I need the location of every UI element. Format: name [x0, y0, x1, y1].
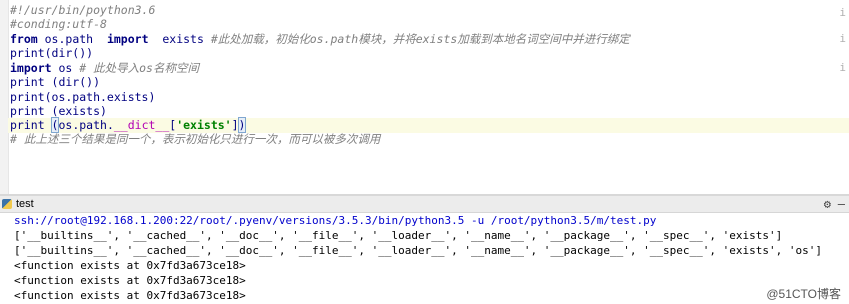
run-tab[interactable]: test: [0, 196, 34, 212]
console-output-line: ['__builtins__', '__cached__', '__doc__'…: [14, 229, 783, 242]
from-keyword: from: [10, 32, 38, 46]
module-name: os.path: [37, 32, 107, 46]
shebang-comment: #!/usr/bin/poython3.6: [10, 3, 156, 17]
watermark-text: @51CTO博客: [766, 287, 841, 301]
code-text: print: [10, 118, 52, 132]
string-literal: 'exists': [176, 118, 232, 132]
code-editor[interactable]: #!/usr/bin/poython3.6 #conding:utf-8 fro…: [0, 0, 849, 194]
code-line-1: #!/usr/bin/poython3.6: [10, 3, 155, 18]
right-margin-marker: i: [839, 6, 846, 19]
code-line-8: print (exists): [10, 104, 107, 119]
editor-gutter: [0, 0, 9, 194]
run-console[interactable]: ssh://root@192.168.1.200:22/root/.pyenv/…: [0, 213, 849, 304]
console-command-line: ssh://root@192.168.1.200:22/root/.pyenv/…: [14, 214, 657, 227]
module-name: os: [51, 61, 80, 75]
code-line-7: print(os.path.exists): [10, 90, 155, 105]
line-comment: #此处加载，初始化os.path模块，并将exists加载到本地名词空间中并进行…: [210, 32, 630, 46]
import-keyword: import: [10, 61, 52, 75]
run-tab-label: test: [16, 198, 34, 210]
code-line-10: # 此上述三个结果是同一个，表示初始化只进行一次，而可以被多次调用: [10, 132, 380, 147]
imported-name: exists: [148, 32, 211, 46]
code-line-4: print(dir()): [10, 46, 93, 61]
code-line-5: import os # 此处导入os名称空间: [10, 61, 199, 76]
line-comment: # 此上述三个结果是同一个，表示初始化只进行一次，而可以被多次调用: [10, 132, 381, 146]
python-icon: [2, 199, 12, 209]
gear-icon[interactable]: ⚙: [824, 196, 831, 212]
code-line-2: #conding:utf-8: [10, 17, 107, 32]
dunder-attribute: __dict__: [113, 118, 170, 132]
code-line-9: print (os.path.__dict__['exists']): [10, 117, 247, 133]
import-keyword: import: [106, 32, 149, 46]
console-output-line: ['__builtins__', '__cached__', '__doc__'…: [14, 244, 822, 257]
right-margin-marker: i: [839, 61, 846, 74]
bracket: ]: [231, 118, 239, 132]
line-comment: # 此处导入os名称空间: [79, 61, 199, 75]
code-line-3: from os.path import exists #此处加载，初始化os.p…: [10, 32, 630, 47]
run-panel-header: test ⚙ –: [0, 196, 849, 213]
minimize-icon[interactable]: –: [838, 196, 845, 212]
console-output-line: <function exists at 0x7fd3a673ce18>: [14, 259, 246, 272]
code-text: print (exists): [10, 104, 107, 118]
code-text: print(os.path.exists): [10, 90, 156, 104]
console-output-line: <function exists at 0x7fd3a673ce18>: [14, 289, 246, 302]
code-text: print (dir()): [10, 75, 101, 89]
encoding-comment: #conding:utf-8: [10, 17, 107, 31]
close-paren: ): [237, 117, 247, 133]
code-line-6: print (dir()): [10, 75, 100, 90]
console-output-line: <function exists at 0x7fd3a673ce18>: [14, 274, 246, 287]
code-text: os.path.: [58, 118, 114, 132]
code-text: print(dir()): [10, 46, 94, 60]
right-margin-marker: i: [839, 32, 846, 45]
